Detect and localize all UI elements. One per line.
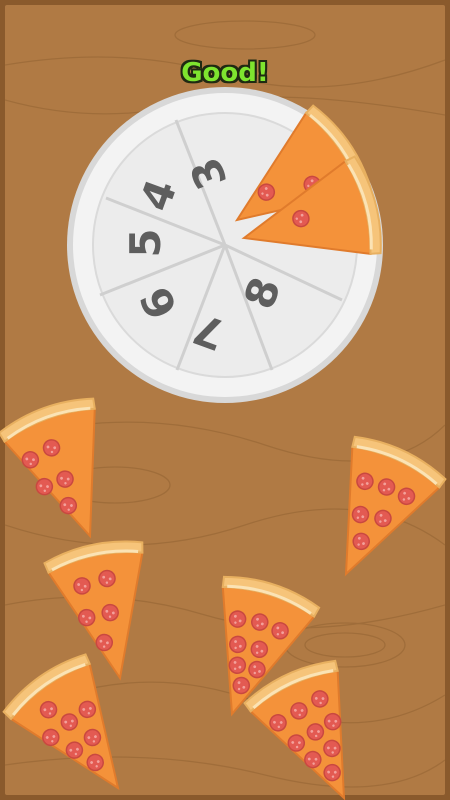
loose-slice-1[interactable]	[0, 389, 139, 555]
loose-slice-2[interactable]	[299, 428, 450, 597]
slices-layer	[0, 99, 450, 800]
loose-slice-5[interactable]	[0, 646, 161, 800]
